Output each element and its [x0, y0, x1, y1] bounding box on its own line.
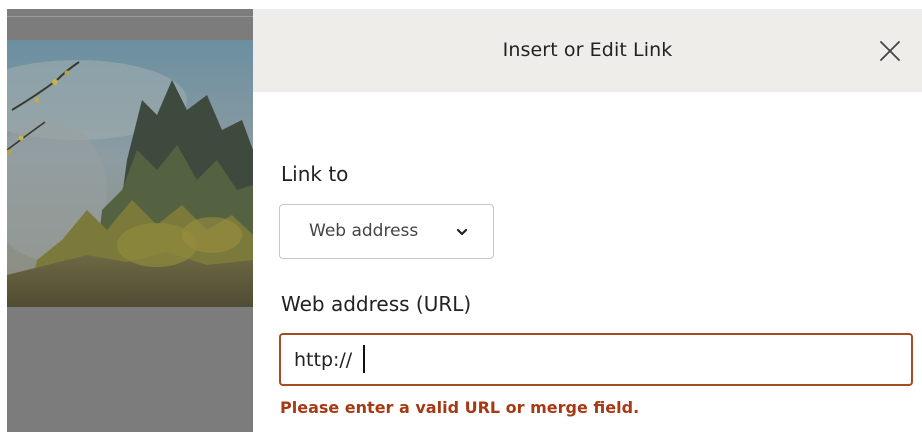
background-image — [7, 40, 253, 307]
text-caret — [363, 345, 365, 373]
backdrop-top-strip — [0, 0, 253, 9]
close-button[interactable] — [876, 37, 904, 65]
close-icon — [880, 41, 900, 61]
url-label: Web address (URL) — [281, 292, 472, 316]
chevron-down-icon — [455, 225, 469, 239]
url-error-message: Please enter a valid URL or merge field. — [280, 398, 640, 417]
link-to-label: Link to — [281, 162, 349, 186]
dialog-title: Insert or Edit Link — [502, 39, 673, 61]
backdrop-divider — [0, 16, 253, 17]
link-type-value: Web address — [309, 221, 419, 241]
link-type-select[interactable]: Web address — [279, 204, 494, 259]
backdrop-left-edge — [0, 0, 7, 432]
link-dialog: Insert or Edit Link Link to Web address … — [253, 0, 922, 432]
page-backdrop — [0, 0, 253, 432]
url-input[interactable] — [279, 333, 913, 386]
dialog-header: Insert or Edit Link — [253, 9, 922, 92]
